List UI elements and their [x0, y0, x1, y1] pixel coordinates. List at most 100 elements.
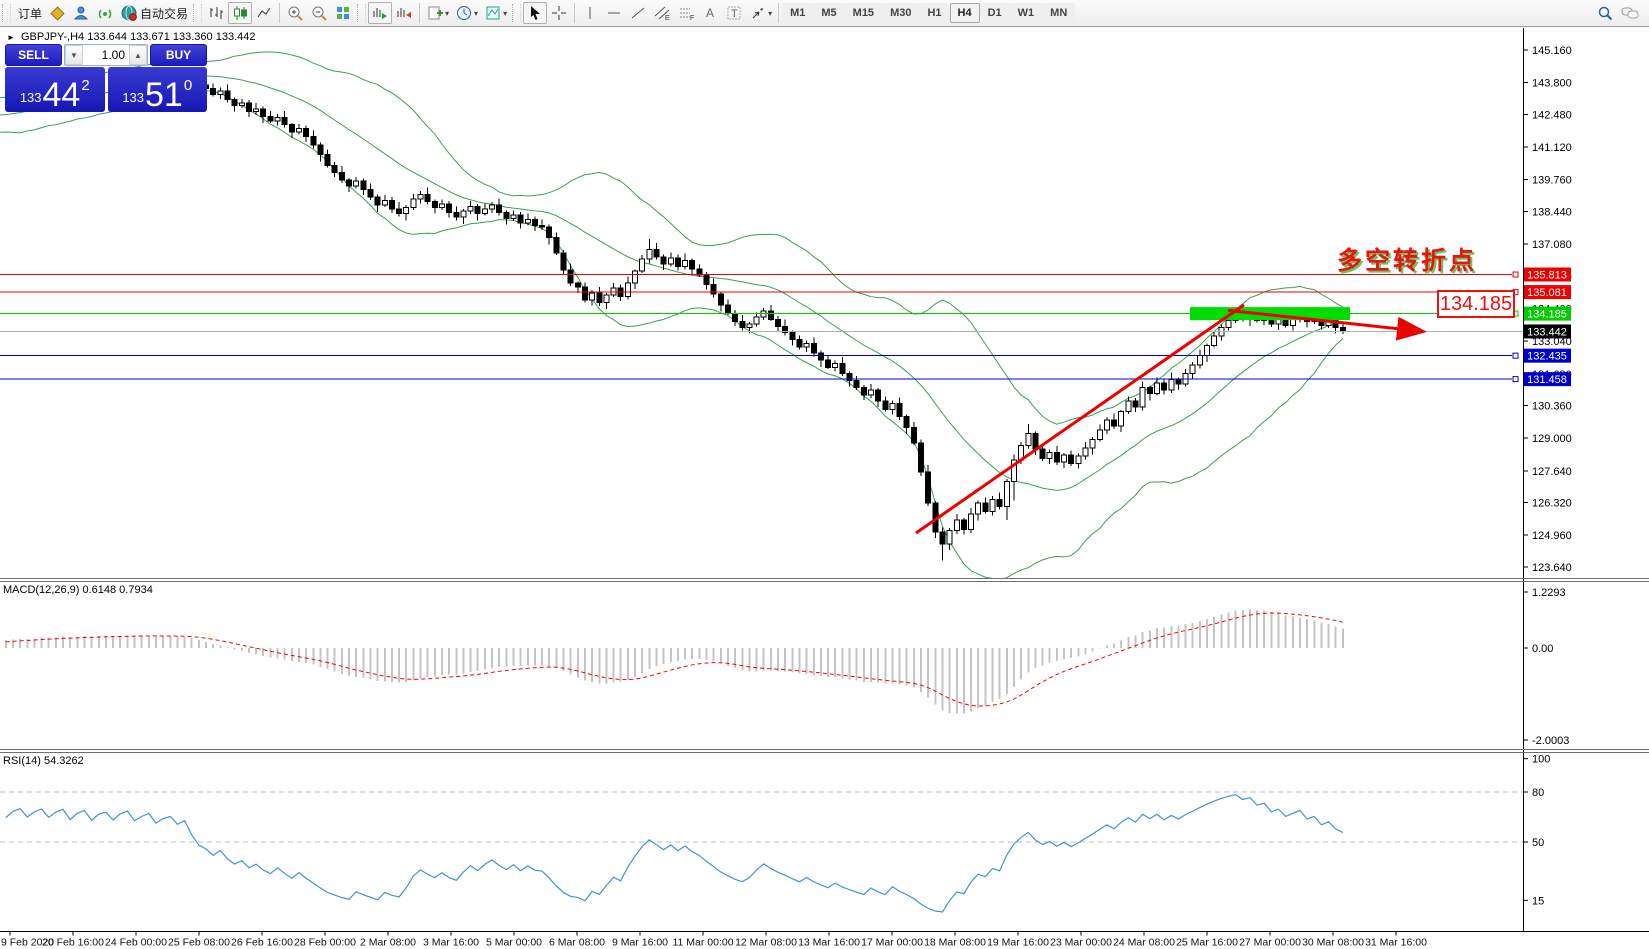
toolbar-separator: [574, 3, 575, 23]
main-chart-canvas[interactable]: 145.160143.800142.480141.120139.760138.4…: [0, 0, 1649, 949]
svg-text:131.458: 131.458: [1527, 374, 1567, 386]
tab-timeframe-h1[interactable]: H1: [919, 3, 949, 23]
buy-price-handle: 133: [122, 90, 144, 105]
fibonacci-button[interactable]: F: [674, 2, 698, 24]
community-button[interactable]: [69, 2, 93, 24]
arrows-button[interactable]: ▾: [746, 2, 775, 24]
macd-pane-label: MACD(12,26,9) 0.6148 0.7934: [3, 584, 153, 596]
text-label-button[interactable]: T: [722, 2, 746, 24]
horizontal-line-button[interactable]: [602, 2, 626, 24]
tile-windows-icon: [334, 4, 352, 22]
turning-point-annotation[interactable]: 多空转折点: [1337, 241, 1477, 277]
new-chart-icon: [426, 4, 444, 22]
mt4-window: { "toolbar": { "new_order_label": "订单", …: [0, 0, 1649, 949]
svg-text:142.480: 142.480: [1532, 109, 1572, 121]
trendline-icon: [629, 4, 647, 22]
chart-shift-icon: [395, 4, 413, 22]
svg-text:31 Mar 16:00: 31 Mar 16:00: [1365, 937, 1427, 949]
market-watch-button[interactable]: [45, 2, 69, 24]
price-callout[interactable]: 134.185: [1437, 290, 1515, 318]
cursor-button[interactable]: [523, 2, 547, 24]
svg-text:2 Mar 08:00: 2 Mar 08:00: [360, 937, 416, 949]
svg-text:24 Mar 08:00: 24 Mar 08:00: [1113, 937, 1175, 949]
chat-button[interactable]: [1617, 2, 1643, 24]
buy-price-quote[interactable]: 133 51 0: [108, 67, 208, 112]
chart-candles-button[interactable]: [228, 2, 252, 24]
chart-bars-button[interactable]: [204, 2, 228, 24]
arrows-icon: [749, 4, 767, 22]
red-trendline: [916, 305, 1244, 533]
buy-button[interactable]: BUY: [150, 44, 207, 66]
tab-timeframe-m1[interactable]: M1: [782, 3, 813, 23]
svg-text:141.120: 141.120: [1532, 142, 1572, 154]
indicators-button[interactable]: ▾: [481, 2, 510, 24]
new-order-button[interactable]: 订单: [13, 2, 45, 24]
signals-button[interactable]: [93, 2, 117, 24]
zoom-out-icon: [310, 4, 328, 22]
svg-text:11 Mar 00:00: 11 Mar 00:00: [672, 937, 733, 949]
toolbar-grip: [193, 4, 202, 22]
chart-line-button[interactable]: [252, 2, 276, 24]
volume-increase-button[interactable]: ▲: [129, 45, 147, 65]
profiles-button[interactable]: ▾: [452, 2, 481, 24]
community-icon: [72, 4, 90, 22]
sell-price-fraction: 2: [81, 77, 89, 94]
signals-icon: [96, 4, 114, 22]
tab-timeframe-m15[interactable]: M15: [845, 3, 882, 23]
bar-chart-icon: [207, 4, 225, 22]
svg-text:129.000: 129.000: [1532, 433, 1572, 445]
sell-price-pips: 44: [43, 80, 81, 110]
symbol-marker-icon: ►: [7, 33, 15, 42]
svg-text:20 Feb 16:00: 20 Feb 16:00: [42, 937, 104, 949]
fibonacci-icon: F: [677, 4, 695, 22]
svg-text:26 Feb 16:00: 26 Feb 16:00: [231, 937, 293, 949]
macd-values: 0.6148 0.7934: [82, 584, 152, 596]
vertical-line-button[interactable]: [578, 2, 602, 24]
macd-layer: [6, 609, 1343, 713]
search-icon: [1596, 4, 1614, 22]
svg-text:80: 80: [1532, 787, 1544, 799]
svg-text:1.2293: 1.2293: [1532, 587, 1566, 599]
autotrade-button[interactable]: 自动交易: [117, 2, 191, 24]
chart-shift-button[interactable]: [392, 2, 416, 24]
trendline-button[interactable]: [626, 2, 650, 24]
svg-text:18 Mar 08:00: 18 Mar 08:00: [924, 937, 986, 949]
cursor-arrow-icon: [526, 4, 544, 22]
clock-icon: [455, 4, 473, 22]
zoom-out-button[interactable]: [307, 2, 331, 24]
search-button[interactable]: [1593, 2, 1617, 24]
zoom-in-icon: [286, 4, 304, 22]
zoom-in-button[interactable]: [283, 2, 307, 24]
chevron-down-icon: ▾: [503, 9, 507, 18]
tab-timeframe-m5[interactable]: M5: [813, 3, 844, 23]
volume-decrease-button[interactable]: ▼: [65, 45, 83, 65]
svg-text:124.960: 124.960: [1532, 530, 1572, 542]
tile-windows-button[interactable]: [331, 2, 355, 24]
equidistant-channel-button[interactable]: E: [650, 2, 674, 24]
rsi-value: 54.3262: [44, 755, 84, 767]
svg-text:-2.0003: -2.0003: [1532, 735, 1569, 747]
svg-text:12 Mar 08:00: 12 Mar 08:00: [735, 937, 797, 949]
svg-text:13 Mar 16:00: 13 Mar 16:00: [798, 937, 860, 949]
new-chart-button[interactable]: ▾: [423, 2, 452, 24]
sell-price-quote[interactable]: 133 44 2: [5, 67, 105, 112]
text-button[interactable]: A: [698, 2, 722, 24]
svg-text:17 Mar 00:00: 17 Mar 00:00: [861, 937, 923, 949]
volume-input[interactable]: [83, 45, 129, 65]
svg-text:135.081: 135.081: [1527, 287, 1567, 299]
sell-button[interactable]: SELL: [5, 44, 62, 66]
tab-timeframe-mn[interactable]: MN: [1042, 3, 1075, 23]
tab-timeframe-w1[interactable]: W1: [1010, 3, 1043, 23]
svg-text:123.640: 123.640: [1532, 562, 1572, 574]
auto-scroll-button[interactable]: [368, 2, 392, 24]
horizontal-line-icon: [605, 4, 623, 22]
tab-timeframe-d1[interactable]: D1: [980, 3, 1010, 23]
tab-timeframe-m30[interactable]: M30: [882, 3, 919, 23]
autotrade-label: 自动交易: [140, 5, 188, 22]
tab-timeframe-h4[interactable]: H4: [950, 3, 980, 23]
chat-bubbles-icon: [1620, 4, 1640, 22]
crosshair-button[interactable]: [547, 2, 571, 24]
svg-text:127.640: 127.640: [1532, 466, 1572, 478]
channel-icon: E: [653, 4, 671, 22]
svg-text:23 Mar 00:00: 23 Mar 00:00: [1050, 937, 1112, 949]
